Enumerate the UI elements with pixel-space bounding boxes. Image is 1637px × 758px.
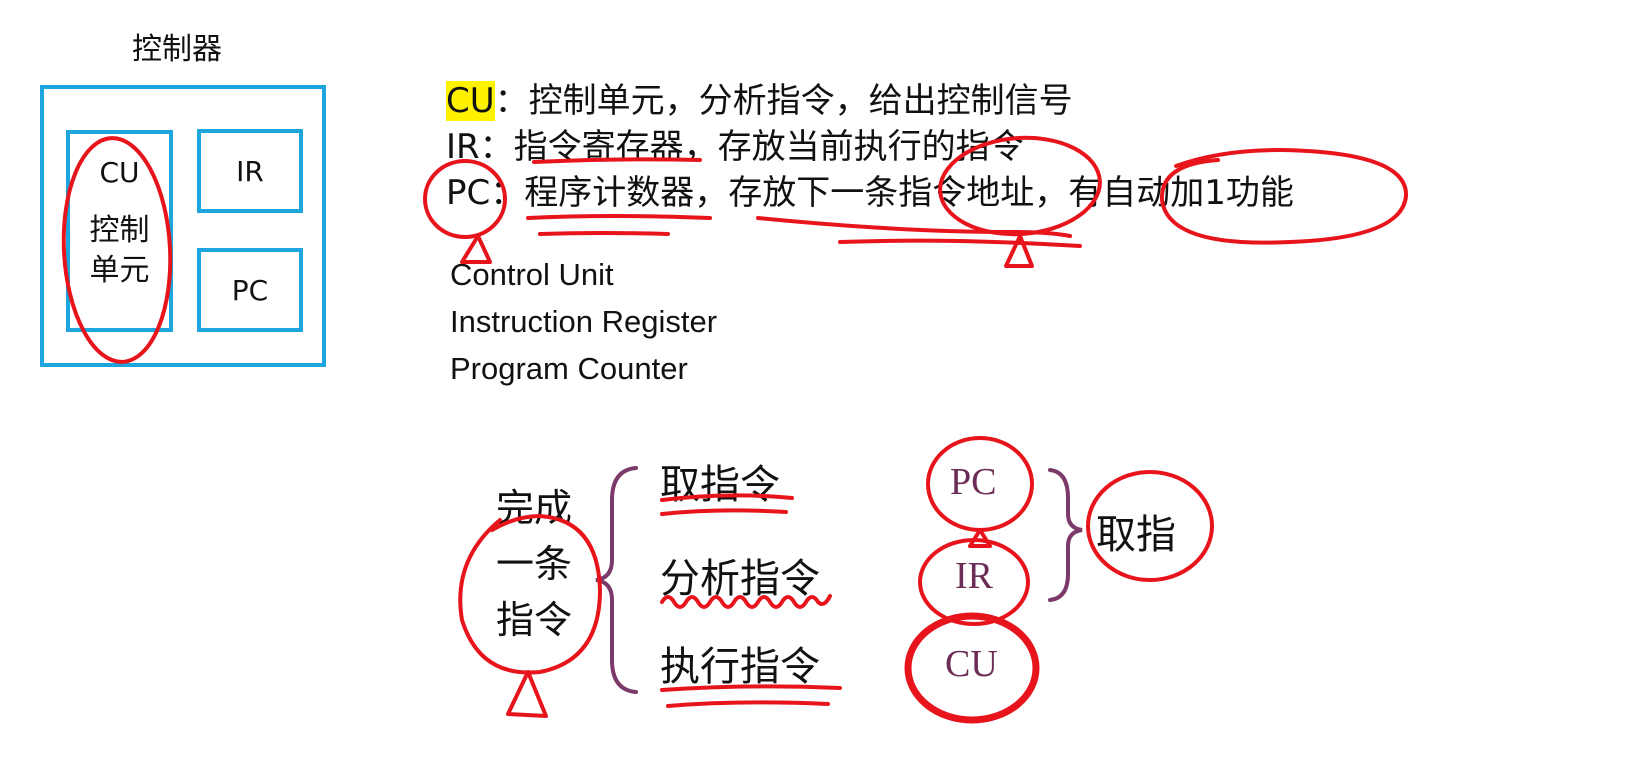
reg-pc-tick	[968, 528, 992, 548]
registers-brace	[1048, 468, 1083, 602]
definition-pc: PC：程序计数器，存放下一条指令地址，有自动加1功能	[446, 170, 1294, 216]
pc-underline-2	[538, 231, 670, 236]
step-reg-ir: IR	[955, 555, 993, 597]
step-fetch: 取指令	[660, 462, 780, 508]
cu-box: CU 控制单元	[66, 130, 173, 332]
definition-ir-text: 指令寄存器，存放当前执行的指令	[513, 127, 1024, 167]
english-cu: Control Unit	[450, 257, 614, 292]
cu-box-desc: 控制单元	[89, 213, 150, 288]
execute-underline-2	[666, 700, 830, 708]
complete-tick	[506, 670, 548, 718]
fetch-underline-2	[660, 508, 788, 516]
definition-ir-abbr: IR	[446, 127, 480, 167]
pc-underline-3	[756, 216, 1072, 238]
definition-cu-abbr: CU	[446, 81, 495, 121]
complete-instruction-label: 完成一条指令	[495, 486, 572, 642]
definition-ir: IR：指令寄存器，存放当前执行的指令	[446, 124, 1024, 170]
definition-cu: CU：控制单元，分析指令，给出控制信号	[446, 78, 1073, 124]
pc-underline-1	[526, 214, 712, 220]
english-ir: Instruction Register	[450, 304, 718, 339]
english-pc: Program Counter	[450, 351, 688, 386]
definition-cu-sep: ：	[494, 81, 529, 121]
pc-box-label: PC	[231, 273, 269, 307]
step-execute: 执行指令	[660, 644, 820, 690]
address-tick	[1004, 234, 1034, 268]
steps-brace	[595, 466, 638, 694]
ir-box: IR	[197, 129, 303, 213]
controller-title: 控制器	[132, 32, 222, 67]
definition-cu-text: 控制单元，分析指令，给出控制信号	[528, 81, 1073, 121]
definition-pc-abbr: PC	[446, 173, 491, 213]
definition-pc-sep: ：	[490, 173, 525, 213]
fetch-summary-label: 取指	[1096, 512, 1176, 558]
step-analyze: 分析指令	[660, 556, 820, 602]
cu-box-label: CU	[99, 156, 140, 189]
step-reg-pc: PC	[950, 461, 997, 503]
pc-box: PC	[197, 248, 303, 332]
definition-pc-text: 程序计数器，存放下一条指令地址，有自动加1功能	[524, 173, 1294, 213]
ir-box-label: IR	[236, 154, 264, 188]
pc-underline-4	[838, 238, 1082, 248]
definition-ir-sep: ：	[479, 127, 514, 167]
step-reg-cu: CU	[945, 643, 998, 685]
